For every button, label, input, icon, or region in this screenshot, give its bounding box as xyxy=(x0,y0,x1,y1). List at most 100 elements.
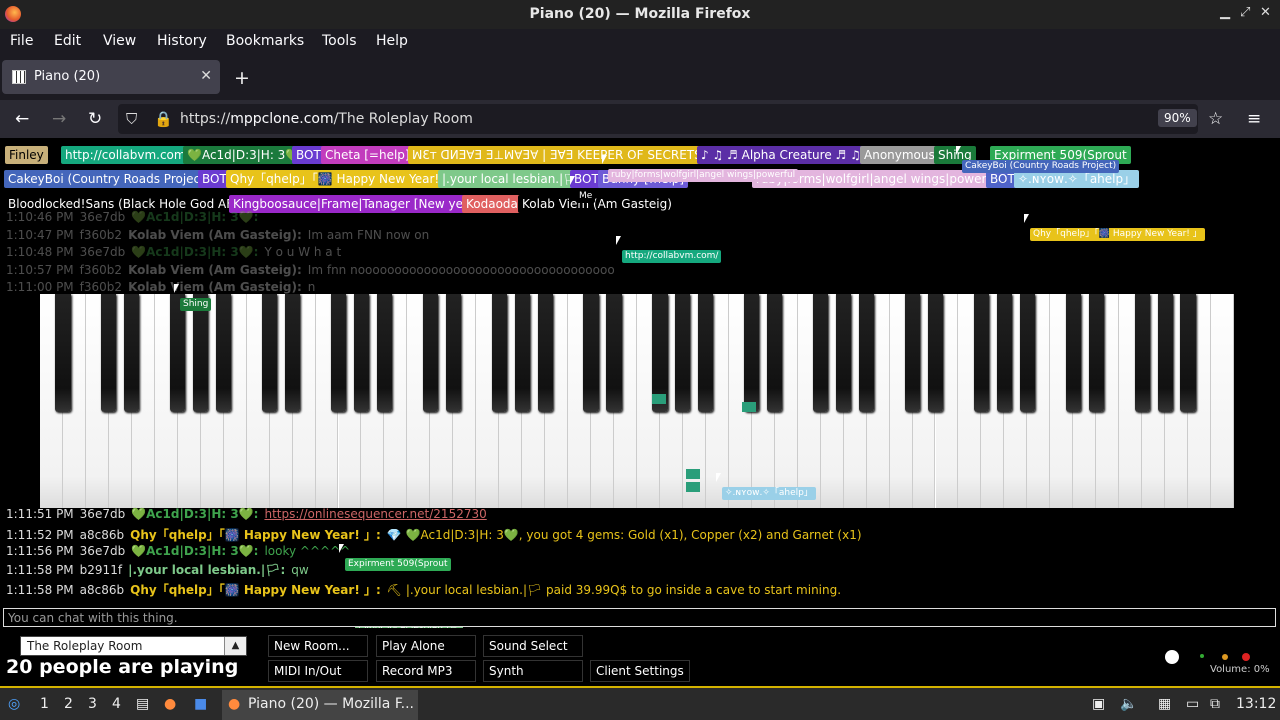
user-tag[interactable]: Kodaoda xyxy=(462,195,522,213)
black-key[interactable] xyxy=(1134,294,1150,412)
clipboard-icon[interactable]: ▦ xyxy=(1158,696,1171,712)
record-mp3-button[interactable]: Record MP3 xyxy=(376,660,476,682)
black-key[interactable] xyxy=(216,294,232,412)
shield-icon[interactable]: ⛉ xyxy=(126,110,137,128)
workspace-1[interactable]: 1 xyxy=(40,696,49,712)
forward-icon[interactable]: → xyxy=(52,109,66,129)
black-key[interactable] xyxy=(836,294,852,412)
black-key[interactable] xyxy=(330,294,347,412)
zoom-indicator[interactable]: 90% xyxy=(1158,109,1197,127)
black-key[interactable] xyxy=(813,294,829,412)
white-key[interactable] xyxy=(1211,294,1234,508)
black-key[interactable] xyxy=(353,294,370,412)
menu-history[interactable]: History xyxy=(157,33,207,49)
start-menu-icon[interactable]: ◎ xyxy=(8,696,20,712)
menu-view[interactable]: View xyxy=(103,33,136,49)
black-key[interactable] xyxy=(606,294,622,412)
minimize-icon[interactable]: ▁ xyxy=(1220,5,1230,20)
black-key[interactable] xyxy=(675,294,691,412)
workspace-2[interactable]: 2 xyxy=(64,696,73,712)
bookmark-star-icon[interactable]: ☆ xyxy=(1208,109,1223,129)
black-key[interactable] xyxy=(193,294,209,412)
sound-select-button[interactable]: Sound Select xyxy=(483,635,583,657)
black-key[interactable] xyxy=(1019,294,1035,412)
black-key[interactable] xyxy=(859,294,875,412)
black-key[interactable] xyxy=(422,294,438,412)
volume-control[interactable]: Volume: 0% xyxy=(1160,642,1270,676)
piano-keyboard[interactable] xyxy=(40,294,1234,508)
black-key[interactable] xyxy=(767,294,783,412)
chat-input[interactable]: You can chat with this thing. xyxy=(3,608,1276,627)
black-key[interactable] xyxy=(583,294,599,412)
network-icon[interactable]: ⧉ xyxy=(1210,696,1220,712)
black-key[interactable] xyxy=(55,294,71,412)
black-key[interactable] xyxy=(124,294,140,412)
black-key[interactable] xyxy=(262,294,278,412)
black-key[interactable] xyxy=(1180,294,1196,412)
midi-button[interactable]: MIDI In/Out xyxy=(268,660,368,682)
user-tag[interactable]: ꟽƐᴛ ᗡИƎ∀Ǝ Ǝ⊥ꟽ∀Ǝ∀ | ƎⱯƎ KEEPER OF SECRETS xyxy=(408,146,706,164)
black-key[interactable] xyxy=(744,294,760,412)
speaker-icon[interactable]: 🔈 xyxy=(1120,696,1137,712)
user-tag[interactable]: ♪ ♫ ♬ Alpha Creature ♬ ♫ xyxy=(697,146,865,164)
file-manager-icon[interactable]: ▤ xyxy=(136,696,149,712)
volume-knob[interactable] xyxy=(1165,650,1179,664)
black-key[interactable] xyxy=(170,294,186,412)
client-settings-button[interactable]: Client Settings xyxy=(590,660,690,682)
user-tag[interactable]: Qhy「qhelp」「🎆 Happy New Year!」 xyxy=(226,170,456,188)
lock-icon[interactable]: 🔒 xyxy=(154,110,173,128)
black-key[interactable] xyxy=(491,294,507,412)
firefox-launcher-icon[interactable]: ● xyxy=(164,696,176,712)
tab-piano[interactable]: Piano (20) ✕ xyxy=(2,60,220,94)
tray-icon[interactable]: ▣ xyxy=(1092,696,1105,712)
terminal-icon[interactable]: ■ xyxy=(194,696,207,712)
user-tag[interactable]: 💚Ac1d|D:3|H: 3💚 xyxy=(183,146,305,164)
room-selector[interactable]: The Roleplay Room ▲ xyxy=(20,636,247,656)
black-key[interactable] xyxy=(101,294,117,412)
user-tag[interactable]: BOT xyxy=(292,146,325,164)
black-key[interactable] xyxy=(376,294,392,412)
black-key[interactable] xyxy=(927,294,944,412)
url-bar[interactable]: ⛉ 🔒 https://mppclone.com/The Roleplay Ro… xyxy=(118,104,1198,134)
menu-file[interactable]: File xyxy=(10,33,33,49)
user-tag[interactable]: Finley xyxy=(5,146,48,164)
black-key[interactable] xyxy=(445,294,461,412)
chat-text[interactable]: https://onlinesequencer.net/2152730 xyxy=(264,507,486,521)
workspace-4[interactable]: 4 xyxy=(112,696,121,712)
black-key[interactable] xyxy=(514,294,530,412)
black-key[interactable] xyxy=(1088,294,1104,412)
user-tag[interactable]: http://collabvm.com/ xyxy=(61,146,194,164)
reload-icon[interactable]: ↻ xyxy=(88,109,102,129)
new-room-button[interactable]: New Room... xyxy=(268,635,368,657)
workspace-3[interactable]: 3 xyxy=(88,696,97,712)
black-key[interactable] xyxy=(973,294,989,412)
user-tag[interactable]: Kingboosauce|Frame|Tanager [New year] xyxy=(229,195,484,213)
dropdown-arrow-icon[interactable]: ▲ xyxy=(224,637,246,655)
hamburger-menu-icon[interactable]: ≡ xyxy=(1247,109,1261,129)
menu-bookmarks[interactable]: Bookmarks xyxy=(226,33,304,49)
black-key[interactable] xyxy=(1157,294,1173,412)
menu-help[interactable]: Help xyxy=(376,33,408,49)
maximize-icon[interactable]: ⤢ xyxy=(1240,5,1250,20)
black-key[interactable] xyxy=(996,294,1012,412)
user-tag[interactable]: |.your local lesbian.|🏳 xyxy=(438,170,583,188)
menu-tools[interactable]: Tools xyxy=(322,33,357,49)
url-text[interactable]: https://mppclone.com/The Roleplay Room xyxy=(180,111,473,127)
close-window-icon[interactable]: ✕ xyxy=(1260,5,1271,20)
user-tag[interactable]: Cheta [=help] xyxy=(321,146,414,164)
menu-edit[interactable]: Edit xyxy=(54,33,81,49)
play-alone-button[interactable]: Play Alone xyxy=(376,635,476,657)
black-key[interactable] xyxy=(698,294,714,412)
back-icon[interactable]: ← xyxy=(15,109,29,129)
synth-button[interactable]: Synth xyxy=(483,660,583,682)
black-key[interactable] xyxy=(904,294,921,412)
user-tag[interactable]: Kolab Viem (Am Gasteig) xyxy=(518,195,676,213)
black-key[interactable] xyxy=(537,294,553,412)
black-key[interactable] xyxy=(1065,294,1081,412)
user-tag[interactable]: Anonymous xyxy=(860,146,939,164)
black-key[interactable] xyxy=(284,294,301,412)
user-tag[interactable]: CakeyBoi (Country Roads Project) xyxy=(4,170,214,188)
new-tab-icon[interactable]: + xyxy=(234,67,250,89)
display-icon[interactable]: ▭ xyxy=(1186,696,1199,712)
close-tab-icon[interactable]: ✕ xyxy=(200,68,212,84)
